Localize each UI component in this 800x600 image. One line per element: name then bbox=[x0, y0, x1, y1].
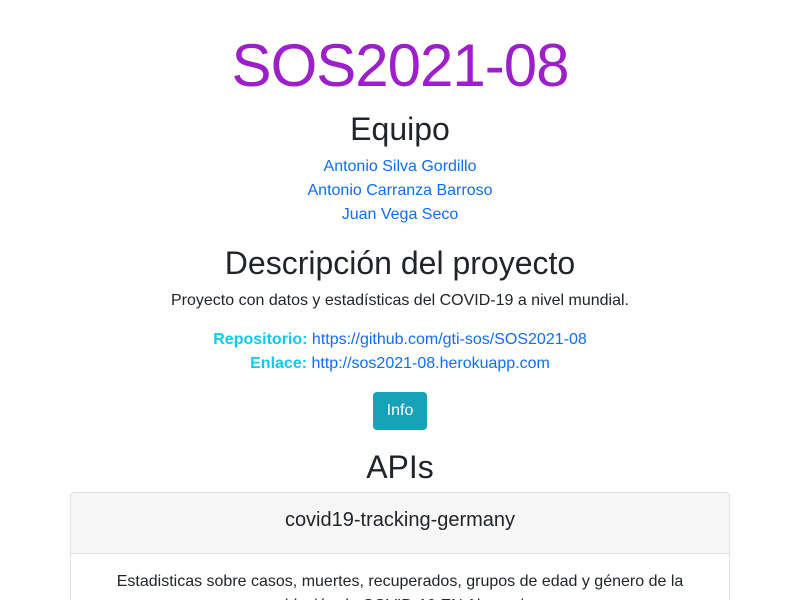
description-heading: Descripción del proyecto bbox=[224, 245, 576, 281]
api-card-description: Estadisticas sobre casos, muertes, recup… bbox=[116, 573, 684, 600]
repo-link[interactable]: https://github.com/gti-sos/SOS2021-08 bbox=[312, 331, 587, 348]
project-links: Repositorio: https://github.com/gti-sos/… bbox=[0, 328, 800, 376]
team-member-link-3[interactable]: Juan Vega Seco bbox=[342, 206, 459, 223]
apis-heading: APIs bbox=[366, 449, 434, 485]
page: SOS2021-08 Equipo Antonio Silva Gordillo… bbox=[0, 0, 800, 600]
team-list: Antonio Silva Gordillo Antonio Carranza … bbox=[0, 155, 800, 227]
team-member-link-1[interactable]: Antonio Silva Gordillo bbox=[324, 158, 477, 175]
team-member-link-2[interactable]: Antonio Carranza Barroso bbox=[308, 182, 493, 199]
team-member-item: Antonio Silva Gordillo bbox=[0, 155, 800, 179]
site-row: Enlace: http://sos2021-08.herokuapp.com bbox=[0, 352, 800, 376]
project-description: Proyecto con datos y estadísticas del CO… bbox=[171, 292, 629, 309]
info-button[interactable]: Info bbox=[373, 392, 427, 430]
repo-row: Repositorio: https://github.com/gti-sos/… bbox=[0, 328, 800, 352]
api-card: covid19-tracking-germany Estadisticas so… bbox=[70, 492, 730, 600]
team-member-item: Antonio Carranza Barroso bbox=[0, 179, 800, 203]
site-title: SOS2021-08 bbox=[231, 32, 570, 99]
team-heading: Equipo bbox=[350, 111, 450, 147]
repo-label: Repositorio: bbox=[213, 331, 308, 348]
team-member-item: Juan Vega Seco bbox=[0, 203, 800, 227]
site-link-label: Enlace: bbox=[250, 355, 308, 372]
site-link[interactable]: http://sos2021-08.herokuapp.com bbox=[312, 355, 550, 372]
api-card-title: covid19-tracking-germany bbox=[71, 493, 729, 554]
